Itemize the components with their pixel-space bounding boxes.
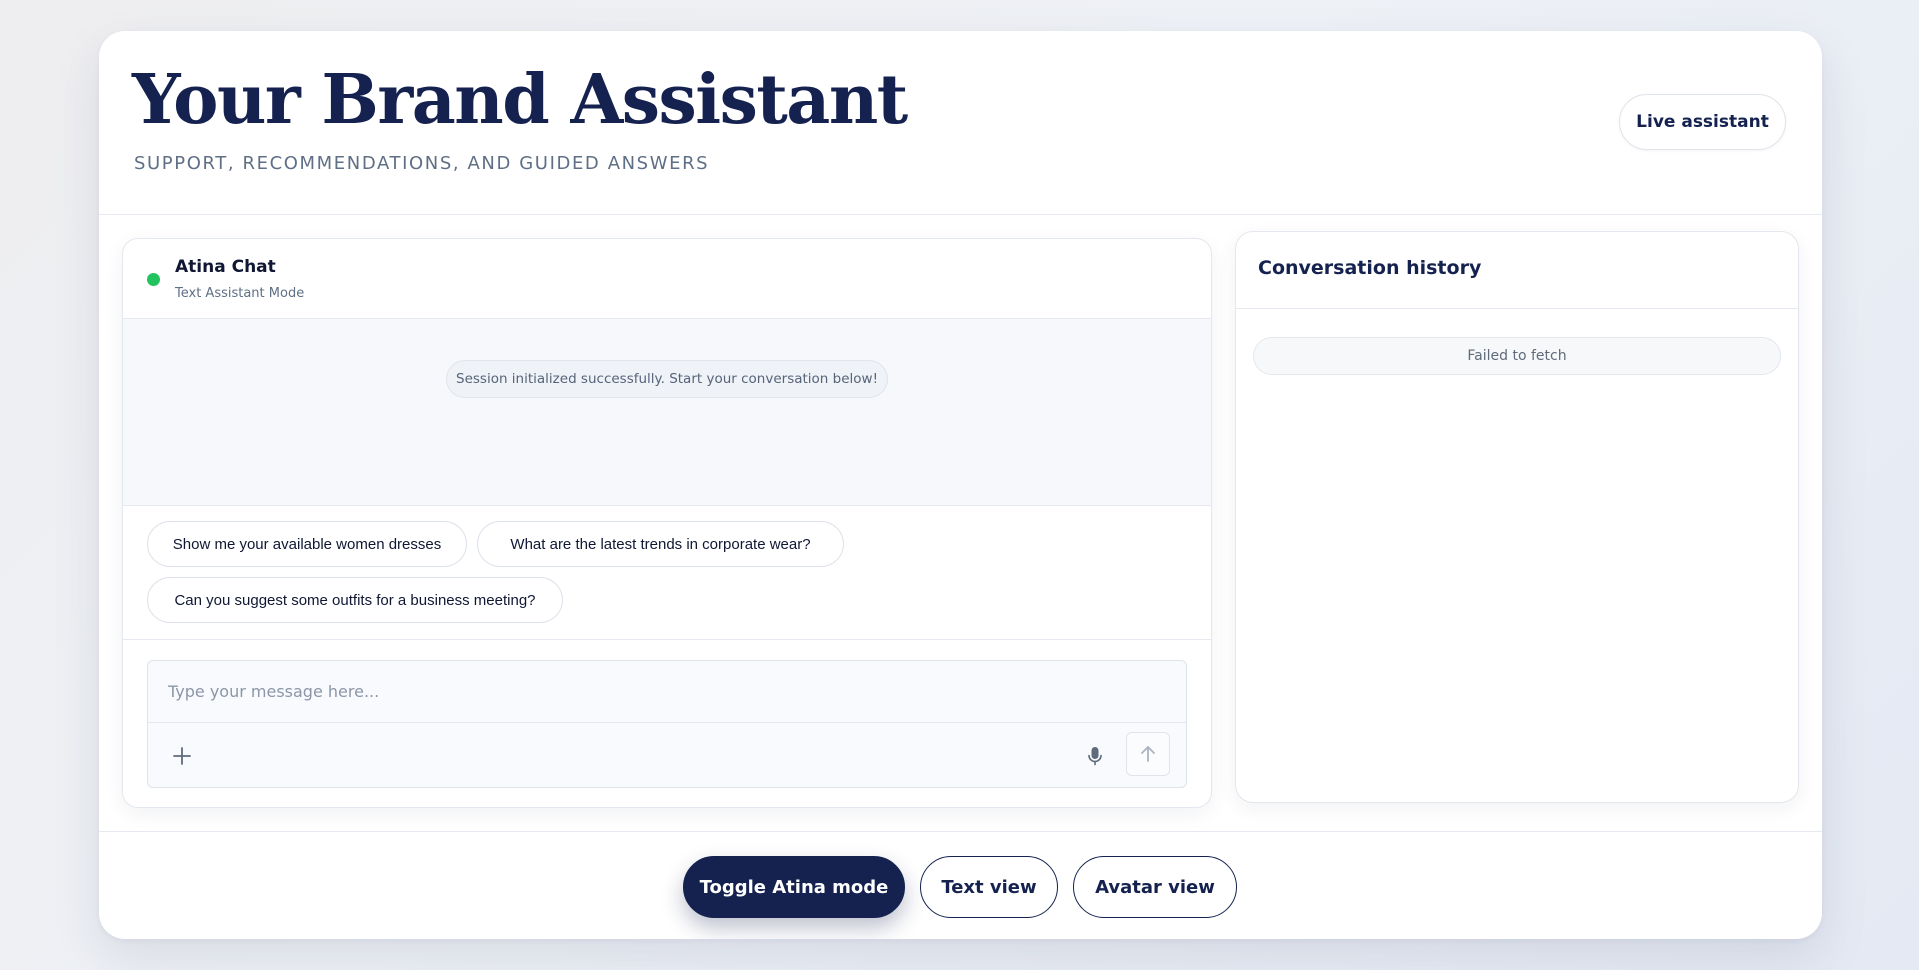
chat-title: Atina Chat	[175, 257, 276, 277]
voice-input-button[interactable]	[1078, 739, 1112, 773]
send-button[interactable]	[1126, 732, 1170, 776]
chat-header: Atina Chat Text Assistant Mode	[123, 239, 1211, 319]
assistant-card: Your Brand Assistant SUPPORT, RECOMMENDA…	[99, 31, 1822, 939]
message-area: Session initialized successfully. Start …	[123, 319, 1211, 506]
page-header: Your Brand Assistant SUPPORT, RECOMMENDA…	[99, 31, 1822, 215]
suggestion-chip[interactable]: What are the latest trends in corporate …	[477, 521, 844, 567]
suggestion-chip[interactable]: Can you suggest some outfits for a busin…	[147, 577, 563, 623]
text-view-button[interactable]: Text view	[920, 856, 1058, 918]
page-subtitle: SUPPORT, RECOMMENDATIONS, AND GUIDED ANS…	[134, 153, 710, 174]
view-controls: Toggle Atina mode Text view Avatar view	[99, 831, 1822, 939]
avatar-view-button[interactable]: Avatar view	[1073, 856, 1237, 918]
chat-panel: Atina Chat Text Assistant Mode Session i…	[122, 238, 1212, 808]
live-assistant-button[interactable]: Live assistant	[1619, 94, 1786, 150]
toggle-mode-button[interactable]: Toggle Atina mode	[683, 856, 905, 918]
online-status-dot	[147, 273, 160, 286]
microphone-icon	[1088, 747, 1102, 766]
history-header: Conversation history	[1236, 232, 1798, 309]
history-title: Conversation history	[1258, 257, 1482, 279]
message-composer	[147, 660, 1187, 788]
attach-button[interactable]	[164, 738, 200, 774]
suggestion-list: Show me your available women dresses Wha…	[123, 506, 1211, 640]
chat-mode-label: Text Assistant Mode	[175, 286, 305, 301]
plus-icon	[173, 747, 191, 765]
message-input[interactable]	[148, 661, 1186, 723]
page-title: Your Brand Assistant	[132, 60, 908, 140]
system-message: Session initialized successfully. Start …	[446, 360, 888, 398]
suggestion-chip[interactable]: Show me your available women dresses	[147, 521, 467, 567]
conversation-history-panel: Conversation history Failed to fetch	[1235, 231, 1799, 803]
arrow-up-icon	[1141, 746, 1155, 762]
history-error-message: Failed to fetch	[1253, 337, 1781, 375]
